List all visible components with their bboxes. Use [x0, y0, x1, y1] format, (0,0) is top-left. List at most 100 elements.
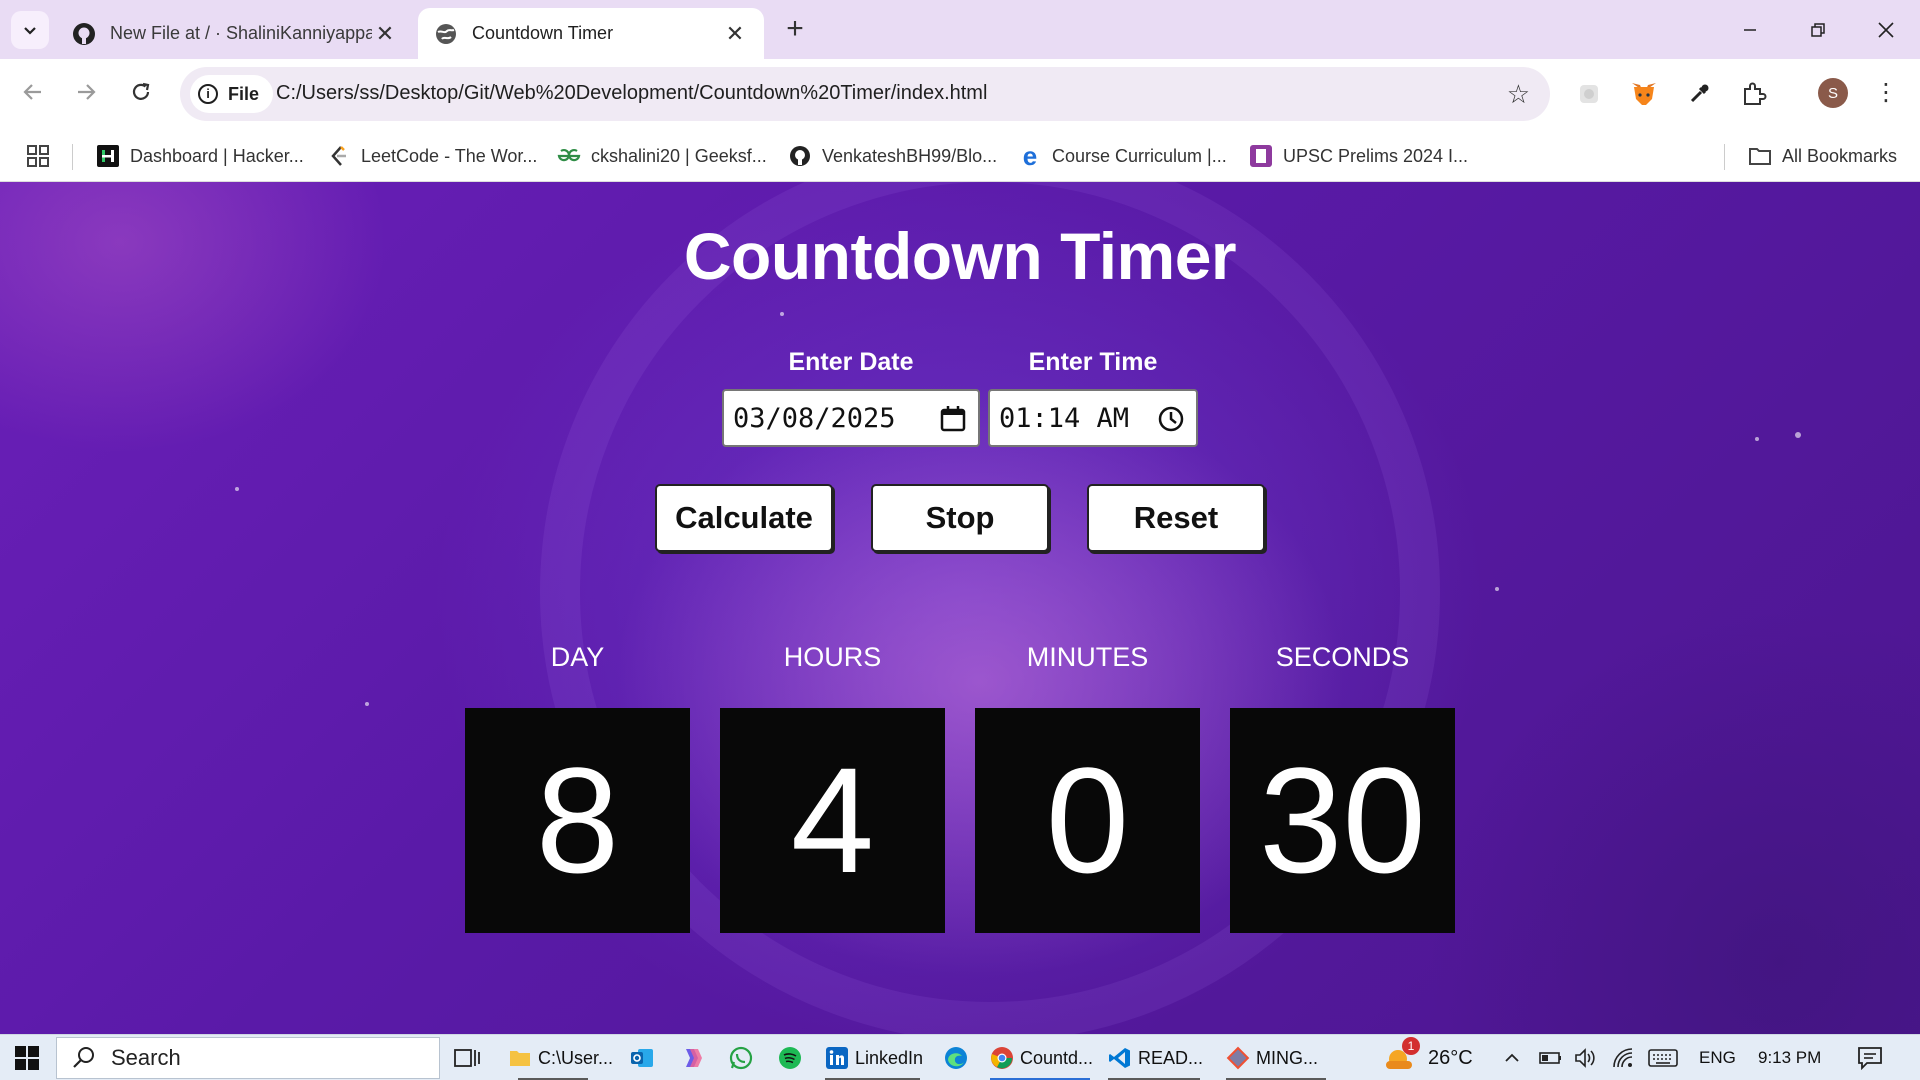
- address-bar[interactable]: i File C:/Users/ss/Desktop/Git/Web%20Dev…: [180, 67, 1550, 121]
- git-bash-icon: [1226, 1046, 1250, 1070]
- chevron-down-icon: [24, 27, 36, 35]
- extension-faded-icon[interactable]: [1570, 75, 1608, 113]
- weather-widget[interactable]: 1 26°C: [1382, 1035, 1473, 1080]
- hours-label: HOURS: [783, 642, 882, 672]
- metamask-fox-icon[interactable]: [1625, 75, 1663, 113]
- keyboard-icon[interactable]: [1648, 1035, 1678, 1080]
- search-label: Search: [111, 1045, 181, 1070]
- taskbar-search[interactable]: Search: [56, 1037, 440, 1079]
- show-hidden-icons[interactable]: [1503, 1035, 1521, 1080]
- time-label: Enter Time: [1028, 348, 1158, 376]
- clock[interactable]: 9:13 PM: [1758, 1035, 1821, 1080]
- bookmark-star-icon[interactable]: ☆: [1507, 79, 1530, 110]
- all-bookmarks-label: All Bookmarks: [1782, 145, 1898, 166]
- hackerrank-icon: [96, 144, 120, 168]
- windows-taskbar: Search C:\User... LinkedIn Countd... REA…: [0, 1034, 1920, 1080]
- time-value: 01:14 AM: [999, 402, 1130, 434]
- arrow-right-icon: [78, 84, 96, 100]
- reload-icon: [132, 82, 150, 100]
- bookmark-label: UPSC Prelims 2024 I...: [1283, 145, 1469, 166]
- clock-icon[interactable]: [1156, 404, 1186, 434]
- calculate-button[interactable]: Calculate: [655, 484, 833, 552]
- outlook-icon: [630, 1046, 654, 1070]
- bookmark-github[interactable]: VenkateshBH99/Blo...: [788, 142, 997, 170]
- time-input[interactable]: 01:14 AM: [988, 389, 1198, 447]
- date-value: 03/08/2025: [733, 402, 896, 434]
- course-icon: e: [1022, 140, 1038, 171]
- leetcode-icon: [327, 144, 351, 168]
- background-star: [365, 702, 369, 706]
- weather-sun-icon: 1: [1382, 1037, 1420, 1073]
- task-view-icon: [454, 1049, 480, 1067]
- site-info-label: File: [228, 83, 260, 104]
- close-icon[interactable]: ✕: [372, 21, 398, 47]
- weather-badge: 1: [1402, 1037, 1420, 1055]
- close-window-icon[interactable]: [1852, 0, 1920, 59]
- restore-icon[interactable]: [1784, 0, 1852, 59]
- taskbar-app-chrome[interactable]: Countd...: [990, 1035, 1093, 1080]
- taskbar-app-linkedin[interactable]: LinkedIn: [825, 1035, 923, 1080]
- profile-avatar[interactable]: S: [1818, 78, 1848, 108]
- date-label: Enter Date: [788, 348, 914, 376]
- file-explorer-icon: [508, 1046, 532, 1070]
- tab-search-button[interactable]: [11, 11, 49, 49]
- bookmark-divider: [72, 144, 73, 170]
- taskbar-app-whatsapp[interactable]: [729, 1035, 759, 1080]
- new-tab-button[interactable]: +: [778, 13, 812, 47]
- extensions-puzzle-icon[interactable]: [1735, 75, 1773, 113]
- page-title: Countdown Timer: [683, 219, 1237, 293]
- taskbar-app-spotify[interactable]: [778, 1035, 808, 1080]
- reload-button[interactable]: [122, 73, 160, 111]
- task-view-button[interactable]: [454, 1035, 480, 1080]
- taskbar-app-edge[interactable]: [944, 1035, 974, 1080]
- tab-countdown-timer[interactable]: Countdown Timer ✕: [418, 8, 764, 59]
- days-label: DAY: [550, 642, 605, 672]
- bookmark-upsc[interactable]: UPSC Prelims 2024 I...: [1249, 142, 1468, 170]
- close-icon[interactable]: ✕: [722, 21, 748, 47]
- language-indicator[interactable]: ENG: [1699, 1035, 1736, 1080]
- bookmark-leetcode[interactable]: LeetCode - The Wor...: [327, 142, 537, 170]
- upsc-icon: [1249, 144, 1273, 168]
- copilot-icon: [680, 1046, 704, 1070]
- start-button[interactable]: [14, 1035, 40, 1080]
- taskbar-app-outlook[interactable]: [630, 1035, 660, 1080]
- vscode-icon: [1108, 1046, 1132, 1070]
- background-star: [1495, 587, 1499, 591]
- volume-icon[interactable]: [1574, 1035, 1598, 1080]
- back-button[interactable]: [14, 73, 52, 111]
- wifi-icon[interactable]: [1612, 1035, 1634, 1080]
- browser-toolbar: i File C:/Users/ss/Desktop/Git/Web%20Dev…: [0, 59, 1920, 130]
- tab-title: Countdown Timer: [472, 23, 614, 43]
- taskbar-app-git-bash[interactable]: MING...: [1226, 1035, 1326, 1080]
- taskbar-app-label: Countd...: [1020, 1047, 1094, 1068]
- eyedropper-icon[interactable]: [1680, 75, 1718, 113]
- stop-button[interactable]: Stop: [871, 484, 1049, 552]
- seconds-label: SECONDS: [1275, 642, 1410, 672]
- bookmark-course-curriculum[interactable]: e Course Curriculum |...: [1018, 140, 1227, 171]
- taskbar-app-copilot[interactable]: [680, 1035, 710, 1080]
- all-bookmarks-button[interactable]: All Bookmarks: [1748, 142, 1897, 170]
- bookmark-label: ckshalini20 | Geeksf...: [591, 145, 767, 166]
- edge-icon: [944, 1046, 968, 1070]
- info-icon: i: [198, 84, 218, 104]
- taskbar-app-vscode[interactable]: READ...: [1108, 1035, 1203, 1080]
- notifications-icon[interactable]: [1857, 1035, 1883, 1080]
- url-text[interactable]: C:/Users/ss/Desktop/Git/Web%20Developmen…: [276, 82, 987, 105]
- tab-github-new-file[interactable]: New File at / · ShaliniKanniyappan ✕: [56, 8, 414, 59]
- bookmark-divider: [1724, 144, 1725, 170]
- bookmark-geeksforgeeks[interactable]: ckshalini20 | Geeksf...: [557, 142, 767, 170]
- forward-button[interactable]: [67, 73, 105, 111]
- calendar-icon[interactable]: [938, 404, 968, 434]
- windows-logo-icon: [15, 1046, 39, 1070]
- countdown-page: Countdown Timer Enter Date Enter Time 03…: [0, 182, 1920, 1034]
- bookmark-label: LeetCode - The Wor...: [361, 145, 538, 166]
- apps-grid-icon[interactable]: [26, 142, 50, 170]
- taskbar-app-file-explorer[interactable]: C:\User...: [508, 1035, 613, 1080]
- site-info-chip[interactable]: i File: [190, 75, 274, 113]
- bookmark-hackerrank[interactable]: Dashboard | Hacker...: [96, 142, 304, 170]
- battery-icon[interactable]: [1539, 1035, 1563, 1080]
- date-input[interactable]: 03/08/2025: [722, 389, 980, 447]
- more-menu-icon[interactable]: ⋮: [1872, 75, 1900, 113]
- reset-button[interactable]: Reset: [1087, 484, 1265, 552]
- minimize-icon[interactable]: [1716, 0, 1784, 59]
